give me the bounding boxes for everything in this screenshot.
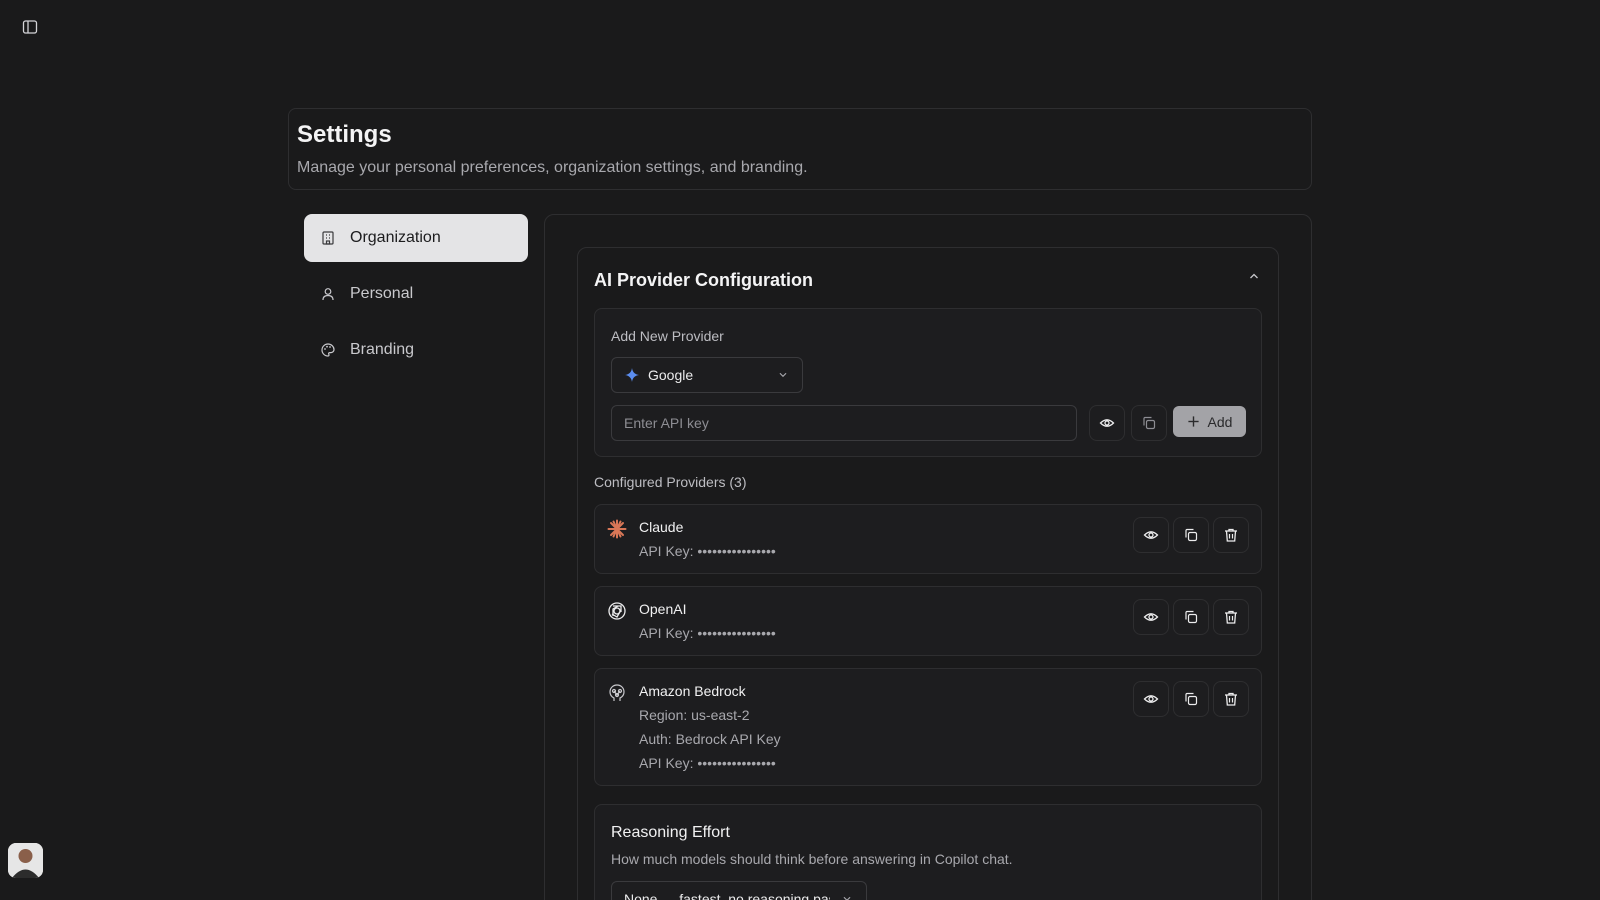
eye-icon <box>1143 531 1159 539</box>
reasoning-title: Reasoning Effort <box>611 824 730 841</box>
reasoning-description: How much models should think before answ… <box>611 851 1013 867</box>
provider-select-value: Google <box>648 367 694 383</box>
eye-icon <box>1143 613 1159 621</box>
settings-content: AI Provider Configuration Add New Provid… <box>544 214 1312 900</box>
user-avatar[interactable] <box>8 843 43 878</box>
plus-icon <box>1187 416 1199 427</box>
google-gemini-icon <box>625 368 639 382</box>
add-provider-box: Add New Provider Google Enter API key Ad… <box>594 308 1262 457</box>
reasoning-effort-select[interactable]: None — fastest, no reasoning pass <box>611 881 867 900</box>
provider-card-amazon-bedrock: Amazon Bedrock Region: us-east-2 Auth: B… <box>594 668 1262 786</box>
nav-item-organization[interactable]: Organization <box>304 214 528 262</box>
copy-key-button[interactable] <box>1173 517 1209 553</box>
trash-icon <box>1225 610 1237 624</box>
eye-icon <box>1143 695 1159 703</box>
page-title: Settings <box>297 121 392 148</box>
show-key-button[interactable] <box>1089 405 1125 441</box>
chevron-up-icon <box>1250 273 1258 279</box>
show-key-button[interactable] <box>1133 599 1169 635</box>
chevron-down-icon <box>779 372 787 378</box>
copy-icon <box>1143 416 1156 430</box>
delete-provider-button[interactable] <box>1213 517 1249 553</box>
add-button-label: Add <box>1207 413 1233 430</box>
api-key-input[interactable] <box>611 405 1077 441</box>
panel-left-icon <box>22 20 38 34</box>
configured-providers-label: Configured Providers (3) <box>594 474 747 490</box>
reasoning-select-value: None — fastest, no reasoning pass <box>624 891 830 900</box>
copy-key-button[interactable] <box>1173 599 1209 635</box>
nav-item-personal[interactable]: Personal <box>304 270 528 318</box>
show-key-button[interactable] <box>1133 681 1169 717</box>
building-icon <box>322 231 334 245</box>
provider-card-claude: Claude API Key: •••••••••••••••• <box>594 504 1262 574</box>
bedrock-icon <box>609 684 625 701</box>
copy-icon <box>1185 692 1198 706</box>
reasoning-effort-box: Reasoning Effort How much models should … <box>594 804 1262 900</box>
copy-key-button[interactable] <box>1173 681 1209 717</box>
copy-icon <box>1185 528 1198 542</box>
provider-card-openai: OpenAI API Key: •••••••••••••••• <box>594 586 1262 656</box>
sidebar-toggle-button[interactable] <box>20 17 40 37</box>
ai-provider-section: AI Provider Configuration Add New Provid… <box>577 247 1279 900</box>
eye-icon <box>1099 419 1115 427</box>
provider-api-key: API Key: •••••••••••••••• <box>639 543 776 559</box>
provider-name: OpenAI <box>639 601 687 617</box>
nav-item-label: Personal <box>350 285 414 302</box>
provider-auth: Auth: Bedrock API Key <box>639 731 781 747</box>
provider-actions <box>1133 681 1249 717</box>
user-icon <box>322 288 334 301</box>
openai-icon <box>608 602 626 620</box>
trash-icon <box>1225 692 1237 706</box>
provider-name: Claude <box>639 519 684 535</box>
claude-icon <box>607 519 627 539</box>
chevron-down-icon <box>843 896 851 900</box>
nav-item-label: Branding <box>350 341 415 358</box>
show-key-button[interactable] <box>1133 517 1169 553</box>
section-title: AI Provider Configuration <box>594 270 814 290</box>
provider-actions <box>1133 599 1249 635</box>
page-subtitle: Manage your personal preferences, organi… <box>297 159 808 176</box>
settings-header: Settings Manage your personal preference… <box>288 108 1312 190</box>
collapse-button[interactable] <box>1246 268 1262 284</box>
copy-key-button[interactable] <box>1131 405 1167 441</box>
nav-item-label: Organization <box>350 229 441 246</box>
delete-provider-button[interactable] <box>1213 599 1249 635</box>
provider-api-key: API Key: •••••••••••••••• <box>639 755 776 771</box>
add-provider-label: Add New Provider <box>611 328 724 344</box>
add-provider-button[interactable]: Add <box>1173 406 1246 437</box>
provider-select[interactable]: Google <box>611 357 803 393</box>
copy-icon <box>1185 610 1198 624</box>
palette-icon <box>321 343 335 357</box>
delete-provider-button[interactable] <box>1213 681 1249 717</box>
nav-item-branding[interactable]: Branding <box>304 326 528 374</box>
settings-nav: Organization Personal Branding <box>304 214 528 382</box>
provider-actions <box>1133 517 1249 553</box>
provider-api-key: API Key: •••••••••••••••• <box>639 625 776 641</box>
avatar-image <box>8 843 43 878</box>
provider-region: Region: us-east-2 <box>639 707 750 723</box>
trash-icon <box>1225 528 1237 542</box>
provider-name: Amazon Bedrock <box>639 683 746 699</box>
